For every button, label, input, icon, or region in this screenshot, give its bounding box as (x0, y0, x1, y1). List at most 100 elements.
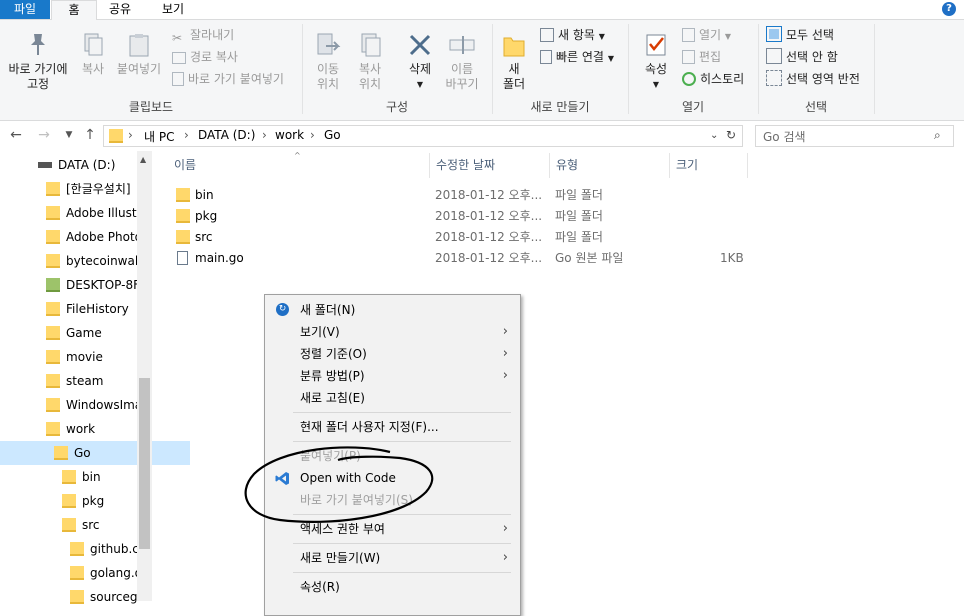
menu-item-sort[interactable]: 정렬 기준(O) › (265, 343, 520, 365)
help-icon[interactable]: ? (942, 2, 956, 16)
nav-item-folder[interactable]: [한글우설치] (0, 177, 182, 201)
sort-chevron-icon: ^ (294, 151, 301, 160)
nav-item-label: sourcegr (90, 590, 143, 604)
menu-item-label: 정렬 기준(O) (300, 347, 367, 361)
nav-item-folder[interactable]: steam (0, 369, 182, 393)
breadcrumb-this-pc[interactable]: 내 PC (144, 128, 174, 145)
select-all-button[interactable]: 모두 선택 (766, 26, 834, 44)
folder-icon (54, 446, 68, 460)
breadcrumb-drive[interactable]: DATA (D:) (198, 128, 255, 142)
rename-button[interactable]: 이름 바꾸기 (442, 32, 482, 92)
nav-item-folder[interactable]: src (0, 513, 198, 537)
paste-shortcut-button[interactable]: 바로 가기 붙여넣기 (172, 70, 284, 88)
easy-access-label: 빠른 연결 (556, 50, 604, 64)
file-date: 2018-01-12 오후... (435, 230, 543, 244)
new-folder-icon: ↻ (276, 303, 289, 316)
refresh-icon[interactable]: ↻ (726, 128, 736, 142)
file-type: 파일 폴더 (555, 230, 603, 244)
new-item-button[interactable]: 새 항목 ▼ (540, 26, 605, 44)
file-date: 2018-01-12 오후... (435, 251, 543, 265)
organize-group-label: 구성 (385, 100, 409, 114)
nav-item-folder[interactable]: WindowsIma (0, 393, 182, 417)
navigation-pane: DATA (D:) [한글우설치] Adobe Illustra Adobe P… (0, 151, 190, 604)
select-all-label: 모두 선택 (786, 28, 834, 42)
search-box[interactable]: Go 검색 ⌕ (755, 125, 954, 147)
nav-item-folder[interactable]: work (0, 417, 182, 441)
folder-icon (62, 494, 76, 508)
file-row[interactable]: bin 2018-01-12 오후... 파일 폴더 (170, 185, 750, 206)
copy-icon (84, 33, 103, 56)
chevron-down-icon: ▼ (607, 54, 614, 63)
nav-item-folder[interactable]: Adobe Photo (0, 225, 182, 249)
menu-item-new[interactable]: 새로 만들기(W) › (265, 547, 520, 569)
forward-arrow-icon[interactable]: → (36, 127, 52, 143)
paste-button[interactable]: 붙여넣기 (112, 32, 166, 77)
drive-icon (38, 162, 52, 168)
menu-item-view[interactable]: 보기(V) › (265, 321, 520, 343)
recent-locations-chevron-icon[interactable]: ▼ (61, 127, 77, 143)
open-button[interactable]: 열기 ▼ (682, 26, 731, 44)
invert-selection-button[interactable]: 선택 영역 반전 (766, 70, 860, 88)
menu-item-group[interactable]: 분류 방법(P) › (265, 365, 520, 387)
edit-button[interactable]: 편집 (682, 48, 721, 66)
menu-item-new-folder[interactable]: ↻ 새 폴더(N) (265, 299, 520, 321)
nav-item-folder[interactable]: Adobe Illustra (0, 201, 182, 225)
pin-quick-access-button[interactable]: 바로 가기에 고정 (2, 32, 74, 92)
nav-item-folder[interactable]: Game (0, 321, 182, 345)
menu-item-properties[interactable]: 속성(R) (265, 576, 520, 598)
move-to-button[interactable]: 이동 위치 (308, 32, 348, 92)
nav-scrollbar-thumb[interactable] (139, 378, 150, 549)
column-header-size[interactable]: 크기 (670, 153, 748, 178)
nav-item-folder-selected[interactable]: Go (0, 441, 190, 465)
breadcrumb-work[interactable]: work (275, 128, 304, 142)
easy-access-button[interactable]: 빠른 연결 ▼ (540, 48, 614, 66)
nav-item-label: work (66, 422, 96, 436)
open-label: 열기 (699, 28, 722, 42)
nav-item-network-folder[interactable]: DESKTOP-8F (0, 273, 182, 297)
nav-item-folder[interactable]: movie (0, 345, 182, 369)
cut-button[interactable]: ✂ 잘라내기 (172, 26, 234, 45)
nav-item-folder[interactable]: sourcegr (0, 585, 206, 609)
copy-to-button[interactable]: 복사 위치 (350, 32, 390, 92)
up-arrow-icon[interactable]: ↑ (82, 127, 98, 143)
menu-item-label: 속성(R) (300, 580, 340, 594)
file-row[interactable]: pkg 2018-01-12 오후... 파일 폴더 (170, 206, 750, 227)
menu-item-refresh[interactable]: 새로 고침(E) (265, 387, 520, 409)
tab-home[interactable]: 홈 (51, 0, 97, 21)
tab-view[interactable]: 보기 (148, 0, 198, 19)
network-folder-icon (46, 278, 60, 292)
search-input[interactable]: Go 검색 (763, 128, 806, 145)
tab-share[interactable]: 공유 (98, 0, 142, 19)
new-folder-button[interactable]: 새 폴더 (497, 32, 531, 92)
nav-item-folder[interactable]: pkg (0, 489, 198, 513)
breadcrumb-go[interactable]: Go (324, 128, 341, 142)
back-arrow-icon[interactable]: ← (8, 127, 24, 143)
file-row[interactable]: src 2018-01-12 오후... 파일 폴더 (170, 227, 750, 248)
delete-button[interactable]: 삭제 ▼ (396, 32, 444, 92)
tab-file[interactable]: 파일 (0, 0, 50, 19)
copy-button[interactable]: 복사 (76, 32, 110, 77)
nav-item-folder[interactable]: golang.o (0, 561, 206, 585)
select-none-button[interactable]: 선택 안 함 (766, 48, 838, 66)
history-button[interactable]: 히스토리 (682, 70, 744, 88)
scroll-up-icon[interactable]: ▲ (140, 155, 146, 164)
menu-item-customize[interactable]: 현재 폴더 사용자 지정(F)... (265, 416, 520, 438)
nav-item-label: DESKTOP-8F (66, 278, 140, 292)
properties-button[interactable]: 속성 ▼ (636, 32, 676, 92)
file-row[interactable]: main.go 2018-01-12 오후... Go 원본 파일 1KB (170, 248, 750, 269)
nav-item-folder[interactable]: bin (0, 465, 198, 489)
column-header-date[interactable]: 수정한 날짜 (430, 153, 550, 178)
nav-item-folder[interactable]: FileHistory (0, 297, 182, 321)
column-header-type[interactable]: 유형 (550, 153, 670, 178)
address-bar[interactable]: › 내 PC › DATA (D:) › work › Go ⌄ ↻ (103, 125, 743, 147)
copy-path-button[interactable]: 경로 복사 (172, 48, 238, 66)
chevron-down-icon[interactable]: ⌄ (710, 130, 718, 141)
file-date: 2018-01-12 오후... (435, 188, 543, 202)
folder-icon (176, 230, 190, 244)
copy-to-label: 복사 위치 (358, 62, 382, 91)
search-icon: ⌕ (934, 128, 941, 142)
folder-icon (46, 350, 60, 364)
breadcrumb-separator: › (128, 128, 133, 142)
nav-item-folder[interactable]: bytecoinwalle (0, 249, 182, 273)
nav-item-folder[interactable]: github.co (0, 537, 206, 561)
